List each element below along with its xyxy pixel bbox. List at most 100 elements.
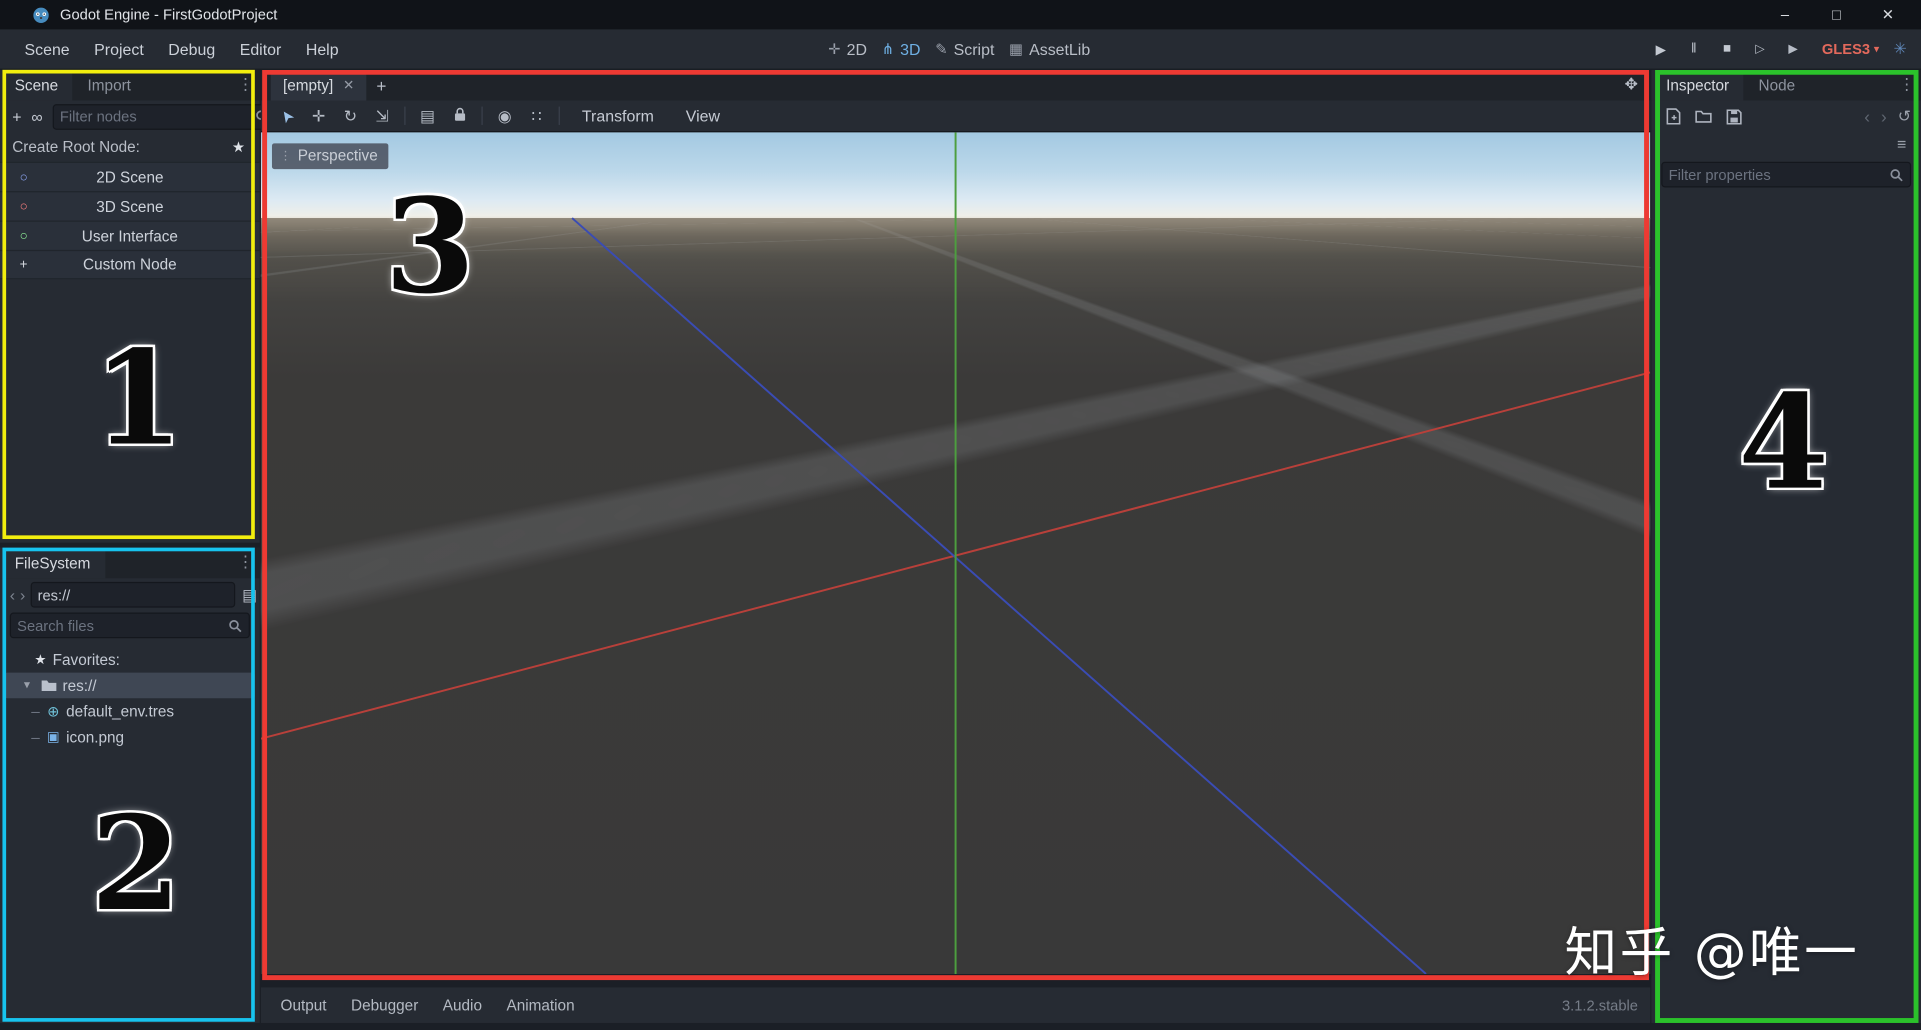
environment-resource-icon: ⊕ (44, 703, 62, 720)
search-files-input[interactable] (17, 617, 223, 634)
version-label: 3.1.2.stable (1562, 997, 1638, 1014)
filter-properties-input[interactable] (1669, 166, 1885, 183)
distraction-free-icon[interactable]: ✥ (1625, 75, 1638, 95)
select-arrow-icon: ➤ (275, 105, 299, 127)
menu-project[interactable]: Project (82, 35, 156, 63)
close-icon: ✕ (1882, 6, 1894, 23)
path-field (30, 582, 235, 608)
list-select-button[interactable]: ▤ (412, 106, 444, 126)
tab-inspector[interactable]: Inspector (1651, 70, 1743, 101)
output-button[interactable]: Output (268, 992, 338, 1019)
chevron-down-icon: ▾ (1874, 42, 1880, 55)
current-path-input[interactable] (38, 586, 228, 603)
create-user-interface-button[interactable]: ○ User Interface (0, 221, 260, 250)
transform-menu[interactable]: Transform (566, 107, 670, 125)
scene-dock-tabs: Scene Import ⋮ (0, 70, 260, 101)
folder-icon (39, 679, 59, 692)
object-properties-icon[interactable]: ≡ (1897, 135, 1906, 153)
instance-scene-icon[interactable]: ∞ (31, 107, 42, 125)
inspector-row2: ≡ (1651, 132, 1921, 159)
star-icon: ★ (32, 652, 49, 668)
tab-scene[interactable]: Scene (0, 70, 73, 101)
menubar: Scene Project Debug Editor Help ✛ 2D ⋔ 3… (0, 29, 1921, 69)
play-custom-scene-button[interactable]: ▶ (1777, 42, 1810, 55)
file-row-default-env[interactable]: – ⊕ default_env.tres (0, 698, 260, 724)
favorite-star-icon[interactable]: ★ (232, 138, 245, 155)
image-file-icon: ▣ (44, 729, 62, 745)
dock-menu-icon[interactable]: ⋮ (238, 76, 254, 92)
history-back-icon[interactable]: ‹ (10, 586, 15, 604)
menu-scene[interactable]: Scene (12, 35, 82, 63)
scene-dock-toolbar: + ∞ (0, 100, 260, 132)
view-menu[interactable]: View (670, 107, 736, 125)
tab-node[interactable]: Node (1744, 70, 1810, 101)
play-scene-button[interactable]: ▷ (1743, 42, 1776, 55)
split-mode-icon[interactable]: ▤ (242, 585, 257, 605)
save-resource-icon[interactable] (1726, 108, 1742, 124)
workspace-script-button[interactable]: ✎ Script (935, 40, 994, 58)
menu-grip-icon: ⋮ (279, 149, 291, 162)
add-scene-tab-button[interactable]: + (376, 76, 386, 96)
scene-tab-empty[interactable]: [empty] ✕ (271, 70, 367, 101)
favorites-row[interactable]: ★ Favorites: (0, 647, 260, 673)
filesystem-nav: ‹ › ▤ (0, 578, 260, 611)
history-list-icon[interactable]: ↺ (1898, 107, 1911, 127)
dock-menu-icon[interactable]: ⋮ (1899, 76, 1915, 92)
filter-nodes-input[interactable] (60, 108, 250, 125)
file-row-icon-png[interactable]: – ▣ icon.png (0, 724, 260, 750)
create-root-node-row: Create Root Node: ★ (0, 132, 260, 161)
history-forward-icon[interactable]: › (20, 586, 25, 604)
menu-help[interactable]: Help (294, 35, 351, 63)
snap-button[interactable]: ∷ (521, 106, 553, 126)
res-root-row[interactable]: ▾ res:// (5, 673, 255, 699)
search-icon (228, 618, 243, 633)
close-button[interactable]: ✕ (1862, 0, 1913, 29)
close-tab-icon[interactable]: ✕ (343, 77, 354, 93)
3d-viewport[interactable]: ⋮ Perspective (261, 132, 1650, 974)
audio-button[interactable]: Audio (431, 992, 495, 1019)
stop-icon: ■ (1723, 42, 1731, 57)
dock-menu-icon[interactable]: ⋮ (238, 554, 254, 570)
menu-editor[interactable]: Editor (227, 35, 293, 63)
file-tree: ★ Favorites: ▾ res:// – ⊕ default_env.tr… (0, 647, 260, 750)
select-tool-button[interactable]: ➤ (271, 106, 303, 126)
renderer-dropdown[interactable]: GLES3 ▾ (1822, 40, 1879, 57)
maximize-button[interactable]: □ (1811, 0, 1862, 29)
inspector-dock-tabs: Inspector Node ⋮ (1651, 70, 1921, 101)
tab-filesystem[interactable]: FileSystem (0, 548, 105, 579)
search-icon (1889, 167, 1904, 182)
filesystem-dock: FileSystem ⋮ ‹ › ▤ ★ Favorites: ▾ (0, 548, 260, 1023)
minimize-button[interactable]: – (1759, 0, 1810, 29)
lock-button[interactable] (443, 106, 475, 126)
create-custom-node-button[interactable]: + Custom Node (0, 250, 260, 279)
debugger-button[interactable]: Debugger (339, 992, 431, 1019)
move-tool-button[interactable]: ✛ (303, 106, 335, 126)
menu-debug[interactable]: Debug (156, 35, 227, 63)
perspective-menu[interactable]: ⋮ Perspective (272, 143, 389, 169)
filter-properties-field (1661, 162, 1911, 188)
animation-button[interactable]: Animation (494, 992, 587, 1019)
run-bar: ▶ ‖ ■ ▷ ▶ GLES3 ▾ ✳ (1644, 29, 1913, 68)
history-back-icon[interactable]: ‹ (1864, 107, 1870, 127)
add-node-button[interactable]: + (12, 107, 21, 125)
load-resource-icon[interactable] (1694, 109, 1712, 124)
new-resource-icon[interactable] (1666, 108, 1681, 125)
tree-connector: – (29, 703, 41, 720)
axis-lines (261, 132, 1650, 974)
rotate-tool-button[interactable]: ↻ (334, 106, 366, 126)
list-select-icon: ▤ (420, 106, 435, 124)
tab-import[interactable]: Import (73, 70, 146, 101)
history-forward-icon[interactable]: › (1881, 107, 1887, 127)
scale-tool-button[interactable]: ⇲ (366, 106, 398, 126)
workspace-2d-button[interactable]: ✛ 2D (828, 40, 867, 58)
local-space-icon: ◉ (498, 106, 512, 124)
stop-button[interactable]: ■ (1710, 42, 1743, 57)
pause-button[interactable]: ‖ (1677, 42, 1710, 57)
create-3d-scene-button[interactable]: ○ 3D Scene (0, 191, 260, 220)
create-2d-scene-button[interactable]: ○ 2D Scene (0, 162, 260, 191)
local-space-button[interactable]: ◉ (489, 106, 521, 126)
chevron-down-icon[interactable]: ▾ (20, 679, 35, 692)
play-button[interactable]: ▶ (1644, 41, 1677, 57)
workspace-3d-button[interactable]: ⋔ 3D (882, 40, 921, 58)
workspace-assetlib-button[interactable]: ▦ AssetLib (1009, 40, 1090, 58)
